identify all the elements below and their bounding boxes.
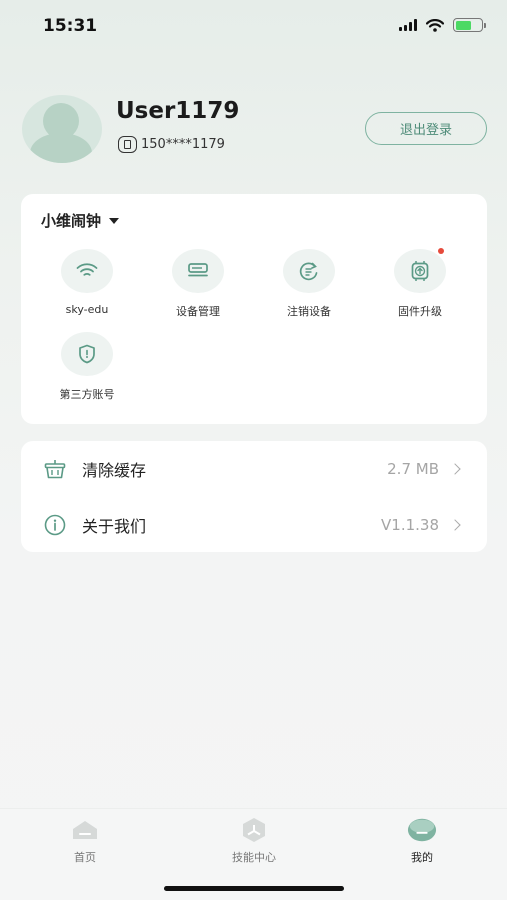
caret-down-icon: [109, 217, 120, 224]
tab-skills[interactable]: 技能中心: [194, 817, 314, 865]
home-icon: [70, 817, 100, 843]
clear-cache-row[interactable]: 清除缓存 2.7 MB: [21, 441, 487, 496]
basket-icon: [43, 457, 67, 481]
tab-home[interactable]: 首页: [25, 817, 145, 865]
username: User1179: [116, 98, 240, 124]
status-bar: 15:31: [0, 0, 507, 54]
phone-text: 150****1179: [141, 137, 225, 152]
chevron-right-icon: [449, 462, 461, 475]
tile-device-manage[interactable]: 设备管理: [143, 249, 253, 319]
info-icon: [43, 513, 67, 537]
device-name: 小维闹钟: [41, 212, 102, 230]
profile-tab-icon: [407, 817, 437, 843]
tile-label: 固件升级: [398, 305, 442, 318]
tile-wifi[interactable]: sky-edu: [32, 249, 142, 316]
tab-mine[interactable]: 我的: [362, 817, 482, 865]
notification-badge: [438, 248, 444, 254]
tile-label: 设备管理: [176, 305, 220, 318]
device-card: 小维闹钟 sky-edu 设备管理 注销设备 固件升级 第三方账号: [21, 194, 487, 424]
home-indicator: [164, 886, 344, 891]
status-time: 15:31: [43, 16, 98, 36]
firmware-upgrade-icon: [394, 248, 446, 293]
tab-label: 技能中心: [232, 851, 276, 864]
device-manage-icon: [172, 249, 224, 293]
tile-third-party-account[interactable]: 第三方账号: [32, 332, 142, 402]
unregister-device-icon: [283, 249, 335, 293]
tab-label: 我的: [411, 851, 433, 864]
tab-label: 首页: [74, 851, 96, 864]
chevron-right-icon: [449, 518, 461, 531]
settings-card: 清除缓存 2.7 MB 关于我们 V1.1.38: [21, 441, 487, 552]
cellular-signal-icon: [399, 19, 417, 31]
phone-number: 150****1179: [118, 136, 225, 153]
wifi-icon: [61, 249, 113, 293]
device-selector[interactable]: 小维闹钟: [41, 210, 120, 231]
battery-icon: [453, 18, 486, 32]
tile-unregister-device[interactable]: 注销设备: [254, 249, 364, 319]
phone-icon: [118, 136, 137, 153]
app-version: V1.1.38: [381, 515, 439, 534]
status-icons: [399, 18, 486, 32]
skills-icon: [239, 817, 269, 843]
about-us-row[interactable]: 关于我们 V1.1.38: [21, 497, 487, 552]
tile-label: 注销设备: [287, 305, 331, 318]
tile-firmware-upgrade[interactable]: 固件升级: [365, 248, 475, 319]
cache-size: 2.7 MB: [387, 459, 439, 478]
wifi-status-icon: [426, 18, 444, 32]
row-title: 清除缓存: [82, 460, 147, 480]
row-title: 关于我们: [82, 516, 147, 536]
shield-icon: [61, 332, 113, 376]
tile-label: 第三方账号: [59, 388, 115, 401]
tile-label: sky-edu: [65, 303, 109, 316]
logout-button[interactable]: 退出登录: [365, 112, 487, 145]
avatar[interactable]: [22, 95, 102, 163]
